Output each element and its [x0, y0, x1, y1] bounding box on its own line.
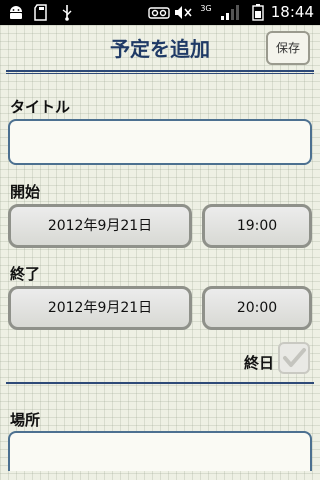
usb-icon: [60, 4, 74, 21]
allday-label: 終日: [244, 354, 275, 372]
end-label: 終了: [10, 265, 41, 283]
start-label: 開始: [10, 183, 41, 201]
sd-card-icon: [34, 4, 48, 21]
network-type: 3G: [200, 4, 212, 13]
voicemail-icon: [148, 4, 170, 21]
end-date-button[interactable]: 2012年9月21日: [8, 286, 192, 330]
status-bar: 3G 18:44: [0, 0, 320, 25]
event-editor: 予定を追加 保存 タイトル 開始 2012年9月21日 19:00 終了 201…: [0, 25, 320, 480]
section-divider: [6, 382, 314, 384]
location-input[interactable]: [8, 431, 312, 471]
clock: 18:44: [270, 3, 314, 21]
android-icon: [8, 4, 24, 21]
location-label: 場所: [10, 411, 41, 429]
start-date-button[interactable]: 2012年9月21日: [8, 204, 192, 248]
title-input[interactable]: [8, 119, 312, 165]
allday-checkbox[interactable]: [278, 342, 310, 374]
start-time-button[interactable]: 19:00: [202, 204, 312, 248]
mute-icon: [174, 4, 192, 21]
signal-icon: [220, 4, 240, 21]
save-button[interactable]: 保存: [266, 31, 310, 65]
header-divider: [6, 70, 314, 74]
battery-icon: [252, 4, 264, 21]
title-label: タイトル: [10, 98, 71, 116]
checkmark-icon: [283, 348, 306, 367]
end-time-button[interactable]: 20:00: [202, 286, 312, 330]
